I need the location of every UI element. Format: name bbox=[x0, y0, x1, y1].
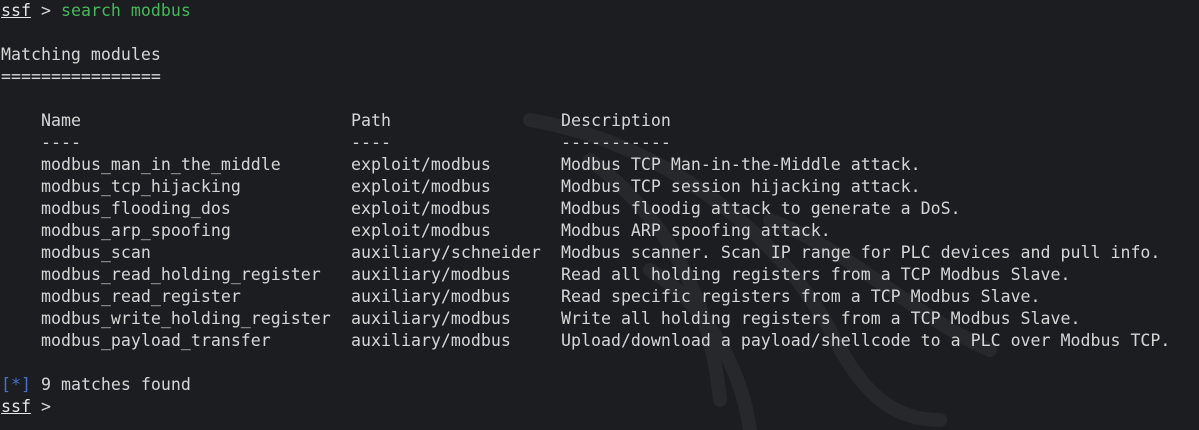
result-line: [*] 9 matches found bbox=[1, 374, 191, 396]
terminal-window[interactable]: ssf > search modbus Matching modules ===… bbox=[0, 0, 1199, 430]
table-row: modbus_scan auxiliary/schneider Modbus s… bbox=[0, 242, 1199, 264]
table-row: modbus_write_holding_register auxiliary/… bbox=[0, 308, 1199, 330]
table-row: modbus_tcp_hijacking exploit/modbus Modb… bbox=[0, 176, 1199, 198]
prompt-name: ssf bbox=[1, 397, 31, 416]
module-description: Upload/download a payload/shellcode to a… bbox=[561, 331, 1171, 350]
command-line: ssf > search modbus bbox=[1, 0, 191, 22]
header-description: Description bbox=[561, 111, 671, 130]
table-row: modbus_payload_transfer auxiliary/modbus… bbox=[0, 330, 1199, 352]
module-name: modbus_tcp_hijacking bbox=[41, 177, 241, 196]
module-path: auxiliary/schneider bbox=[351, 243, 541, 262]
table-row: modbus_arp_spoofing exploit/modbus Modbu… bbox=[0, 220, 1199, 242]
module-description: Write all holding registers from a TCP M… bbox=[561, 309, 1081, 328]
module-path: auxiliary/modbus bbox=[351, 331, 511, 350]
module-description: Read specific registers from a TCP Modbu… bbox=[561, 287, 1041, 306]
module-description: Modbus scanner. Scan IP range for PLC de… bbox=[561, 243, 1161, 262]
table-row: modbus_read_holding_register auxiliary/m… bbox=[0, 264, 1199, 286]
module-path: exploit/modbus bbox=[351, 221, 491, 240]
module-path: exploit/modbus bbox=[351, 199, 491, 218]
module-description: Modbus TCP Man-in-the-Middle attack. bbox=[561, 155, 921, 174]
module-path: auxiliary/modbus bbox=[351, 309, 511, 328]
header-name: Name bbox=[41, 111, 81, 130]
prompt-separator: > bbox=[40, 1, 51, 20]
module-name: modbus_scan bbox=[41, 243, 151, 262]
info-tag: [*] bbox=[1, 375, 31, 394]
rule-path: ---- bbox=[351, 133, 391, 152]
module-name: modbus_payload_transfer bbox=[41, 331, 271, 350]
module-name: modbus_arp_spoofing bbox=[41, 221, 231, 240]
module-description: Modbus ARP spoofing attack. bbox=[561, 221, 831, 240]
prompt-separator: > bbox=[40, 397, 51, 416]
table-row: modbus_flooding_dos exploit/modbus Modbu… bbox=[0, 198, 1199, 220]
module-description: Modbus TCP session hijacking attack. bbox=[561, 177, 921, 196]
table-row: modbus_read_register auxiliary/modbus Re… bbox=[0, 286, 1199, 308]
module-name: modbus_read_holding_register bbox=[41, 265, 321, 284]
table-row: modbus_man_in_the_middle exploit/modbus … bbox=[0, 154, 1199, 176]
module-path: auxiliary/modbus bbox=[351, 265, 511, 284]
rule-description: ----------- bbox=[561, 133, 671, 152]
header-path: Path bbox=[351, 111, 391, 130]
module-name: modbus_read_register bbox=[41, 287, 241, 306]
result-text: 9 matches found bbox=[40, 375, 191, 394]
rule-name: ---- bbox=[41, 133, 81, 152]
module-name: modbus_write_holding_register bbox=[41, 309, 331, 328]
table-header: Name Path Description bbox=[0, 110, 1199, 132]
module-path: exploit/modbus bbox=[351, 155, 491, 174]
section-underline: ================ bbox=[1, 67, 161, 86]
module-name: modbus_man_in_the_middle bbox=[41, 155, 281, 174]
module-path: exploit/modbus bbox=[351, 177, 491, 196]
input-prompt-line[interactable]: ssf > bbox=[1, 396, 61, 418]
module-path: auxiliary/modbus bbox=[351, 287, 511, 306]
table-header-rule: ---- ---- ----------- bbox=[0, 132, 1199, 154]
module-name: modbus_flooding_dos bbox=[41, 199, 231, 218]
command-text: search modbus bbox=[60, 1, 191, 20]
prompt-name: ssf bbox=[1, 1, 31, 20]
section-title: Matching modules bbox=[1, 45, 161, 64]
module-description: Read all holding registers from a TCP Mo… bbox=[561, 265, 1071, 284]
module-description: Modbus floodig attack to generate a DoS. bbox=[561, 199, 961, 218]
